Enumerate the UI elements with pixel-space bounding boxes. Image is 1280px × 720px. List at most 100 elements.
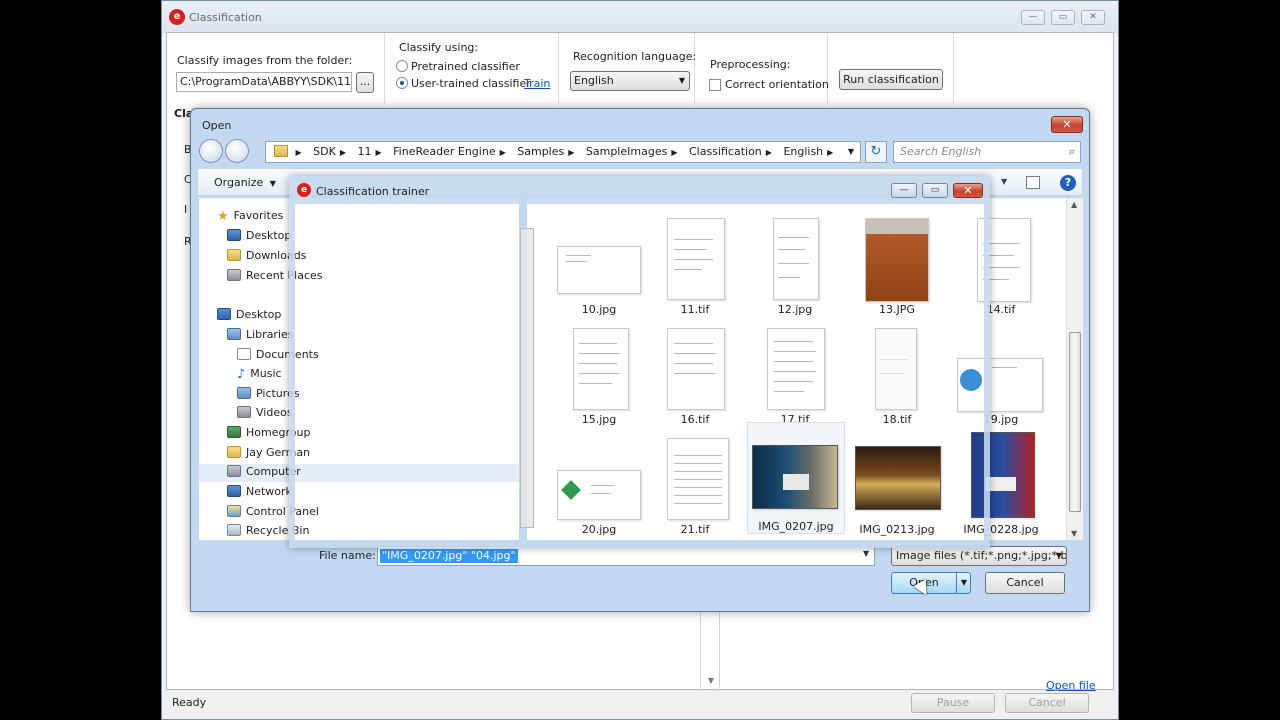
- recognition-language-label: Recognition language:: [573, 50, 697, 63]
- cancel-button[interactable]: Cancel: [1005, 693, 1089, 713]
- correct-orientation-label: Correct orientation: [725, 78, 829, 91]
- scrollbar-thumb[interactable]: [1069, 332, 1081, 512]
- file-type-filter-value: Image files (*.tif;*.png;*.jpg;*.bmp): [896, 549, 1067, 562]
- close-icon[interactable]: ✕: [1051, 116, 1083, 133]
- recent-places-icon: [227, 269, 241, 281]
- trainer-titlebar[interactable]: e Classification trainer — ▭ ✕: [293, 178, 983, 202]
- correct-orientation-checkbox[interactable]: [709, 79, 721, 91]
- train-link[interactable]: Train: [524, 77, 550, 90]
- breadcrumb-11[interactable]: 11: [357, 145, 371, 158]
- breadcrumb-sdk[interactable]: SDK: [313, 145, 336, 158]
- folder-icon: [274, 145, 288, 157]
- breadcrumb-samples[interactable]: Samples: [517, 145, 564, 158]
- preprocessing-group: Preprocessing: Correct orientation: [695, 33, 829, 105]
- chevron-down-icon[interactable]: ▼: [956, 573, 971, 593]
- cancel-button[interactable]: Cancel: [985, 572, 1065, 594]
- breadcrumb-separator-icon: ▶: [499, 148, 506, 157]
- refresh-icon[interactable]: ↻: [865, 141, 887, 163]
- nav-desktop[interactable]: Desktop: [217, 308, 281, 321]
- organize-label: Organize: [214, 176, 264, 189]
- breadcrumb-separator-icon: ▶: [568, 148, 575, 157]
- breadcrumb-classification[interactable]: Classification: [689, 145, 762, 158]
- pretrained-label: Pretrained classifier: [411, 60, 520, 73]
- nav-label: Libraries: [246, 328, 294, 341]
- classify-using-label: Classify using:: [399, 41, 479, 54]
- close-icon[interactable]: ✕: [1081, 10, 1105, 25]
- abbyy-app-icon: e: [169, 9, 185, 25]
- computer-icon: [227, 465, 241, 477]
- desktop-icon: [227, 229, 241, 241]
- run-classification-button[interactable]: Run classification: [839, 69, 943, 90]
- help-icon[interactable]: ?: [1060, 175, 1076, 191]
- pause-button[interactable]: Pause: [911, 693, 995, 713]
- breadcrumb-separator-icon: ▶: [827, 148, 834, 157]
- file-name-label: File name:: [319, 549, 376, 562]
- nav-network[interactable]: Network: [227, 485, 292, 498]
- maximize-icon[interactable]: ▭: [922, 183, 948, 198]
- star-icon: ★: [217, 209, 229, 224]
- close-icon[interactable]: ✕: [953, 183, 983, 198]
- homegroup-icon: [227, 426, 241, 438]
- nav-libraries[interactable]: Libraries: [227, 328, 294, 341]
- open-titlebar[interactable]: Open ✕: [191, 109, 1089, 137]
- breadcrumb-sampleimages[interactable]: SampleImages: [586, 145, 667, 158]
- nav-label: Desktop: [236, 308, 282, 321]
- breadcrumb-separator-icon: ▶: [375, 148, 382, 157]
- language-select[interactable]: English ▼: [570, 71, 690, 91]
- status-bar: Ready Pause Cancel: [162, 691, 1118, 719]
- documents-icon: [237, 348, 251, 360]
- nav-label: Music: [250, 367, 282, 380]
- network-icon: [227, 485, 241, 497]
- scroll-down-icon[interactable]: ▼: [1071, 529, 1077, 538]
- trainer-title: Classification trainer: [316, 185, 430, 198]
- file-type-filter-select[interactable]: Image files (*.tif;*.png;*.jpg;*.bmp) ▼: [891, 546, 1067, 566]
- preview-pane-icon[interactable]: [1026, 176, 1040, 189]
- file-list-scrollbar[interactable]: ▲ ▼: [1066, 198, 1083, 540]
- forward-arrow-icon[interactable]: [225, 139, 249, 163]
- scroll-down-icon[interactable]: ▼: [708, 676, 714, 685]
- browse-folder-button[interactable]: ...: [356, 72, 374, 93]
- folder-path-input[interactable]: C:\ProgramData\ABBYY\SDK\11\Fi: [176, 72, 352, 92]
- breadcrumb-separator-icon: ▶: [295, 148, 302, 157]
- trainer-scrollbar[interactable]: [520, 228, 534, 528]
- scroll-up-icon[interactable]: ▲: [1071, 200, 1077, 209]
- videos-icon: [237, 406, 251, 418]
- pictures-icon: [237, 387, 251, 399]
- search-input[interactable]: Search English ⌕: [893, 141, 1081, 163]
- nav-desktop-favorite[interactable]: Desktop: [227, 229, 291, 242]
- chevron-down-icon: ▼: [269, 179, 276, 188]
- maximize-icon[interactable]: ▭: [1051, 10, 1075, 25]
- main-titlebar[interactable]: e Classification — ▭ ✕: [162, 1, 1118, 33]
- breadcrumb-english[interactable]: English: [783, 145, 823, 158]
- classify-folder-label: Classify images from the folder:: [177, 54, 353, 67]
- breadcrumb-finereader-engine[interactable]: FineReader Engine: [393, 145, 495, 158]
- recycle-bin-icon: [227, 524, 241, 536]
- nav-label: Favorites: [233, 209, 284, 222]
- breadcrumb-separator-icon: ▶: [671, 148, 678, 157]
- view-dropdown-icon[interactable]: ▼: [1001, 177, 1007, 186]
- language-group: Recognition language: English ▼: [559, 33, 697, 105]
- search-icon: ⌕: [1068, 145, 1075, 158]
- breadcrumb-separator-icon: ▶: [765, 148, 772, 157]
- nav-favorites[interactable]: ★ Favorites: [217, 209, 284, 224]
- run-group: Run classification: [828, 33, 954, 105]
- nav-label: Videos: [256, 406, 293, 419]
- desktop-icon: [217, 308, 231, 320]
- chevron-down-icon[interactable]: ▼: [863, 549, 869, 558]
- pretrained-radio[interactable]: [396, 60, 408, 72]
- file-name-input[interactable]: "IMG_0207.jpg" "04.jpg": [377, 546, 875, 566]
- classification-trainer-window[interactable]: [289, 176, 990, 548]
- minimize-icon[interactable]: —: [891, 183, 917, 198]
- address-bar[interactable]: ▶ SDK ▶ 11 ▶ FineReader Engine ▶ Samples ▶ S…: [265, 141, 861, 163]
- usertrained-radio[interactable]: [396, 77, 408, 89]
- organize-menu[interactable]: Organize ▼: [214, 176, 276, 189]
- back-arrow-icon[interactable]: [199, 139, 223, 163]
- chevron-down-icon[interactable]: ▼: [848, 142, 854, 162]
- open-dialog-title: Open: [202, 119, 232, 132]
- nav-music[interactable]: ♪ Music: [237, 367, 282, 382]
- libraries-icon: [227, 328, 241, 340]
- minimize-icon[interactable]: —: [1021, 10, 1045, 25]
- list-item[interactable]: I: [184, 203, 187, 216]
- nav-videos[interactable]: Videos: [237, 406, 293, 419]
- search-placeholder: Search English: [900, 145, 982, 158]
